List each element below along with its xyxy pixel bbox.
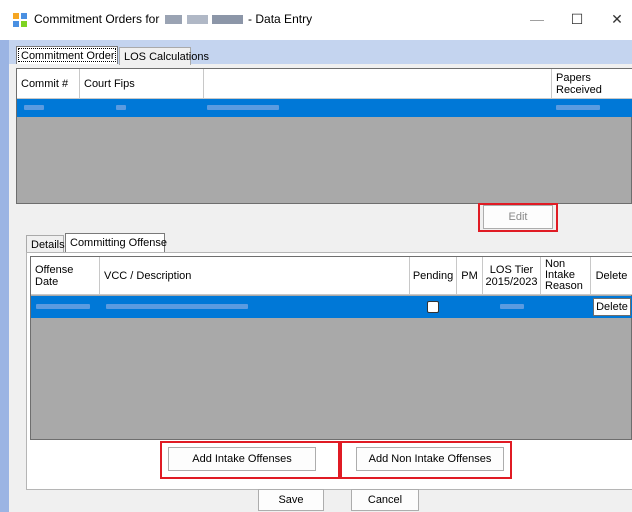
redacted-court-fips [116, 105, 126, 110]
tab-committing-offense[interactable]: Committing Offense [65, 233, 167, 253]
column-header-delete[interactable]: Delete [591, 257, 632, 295]
title-bar: Commitment Orders for - Data Entry — ☐ ✕ [0, 0, 632, 40]
column-header-court-fips[interactable]: Court Fips [80, 69, 204, 99]
save-button[interactable]: Save [258, 489, 324, 511]
table-row[interactable] [17, 99, 632, 117]
window-frame-left [0, 40, 9, 512]
redacted-papers-date [556, 105, 600, 110]
maximize-button[interactable]: ☐ [564, 8, 590, 30]
column-header-pm[interactable]: PM [457, 257, 483, 295]
tab-commitment-order[interactable]: Commitment Order [16, 46, 118, 64]
edit-button[interactable]: Edit [483, 205, 553, 229]
redacted-offense-date [36, 304, 90, 309]
column-header-papers-received[interactable]: Papers Received [552, 69, 632, 99]
column-header-blank[interactable] [204, 69, 552, 99]
add-non-intake-offenses-button[interactable]: Add Non Intake Offenses [356, 447, 504, 471]
app-icon [13, 13, 27, 27]
cancel-button[interactable]: Cancel [351, 489, 419, 511]
redacted-los-tier [500, 304, 524, 309]
column-header-vcc-description[interactable]: VCC / Description [100, 257, 410, 295]
minimize-button[interactable]: — [524, 8, 550, 30]
row-delete-button[interactable]: Delete [593, 298, 631, 316]
redacted-name [164, 15, 243, 25]
column-header-offense-date[interactable]: Offense Date [31, 257, 100, 295]
redacted-commit-number [24, 105, 44, 110]
pending-checkbox[interactable] [427, 301, 439, 313]
tab-los-calculations[interactable]: LOS Calculations [119, 47, 209, 65]
redacted-court-name [207, 105, 279, 110]
column-header-los-tier[interactable]: LOS Tier 2015/2023 [483, 257, 541, 295]
window-title: Commitment Orders for - Data Entry [34, 12, 312, 26]
window-title-prefix: Commitment Orders for [34, 12, 160, 26]
window-title-suffix: - Data Entry [248, 12, 313, 26]
column-header-non-intake-reason[interactable]: Non Intake Reason [541, 257, 591, 295]
column-header-pending[interactable]: Pending [410, 257, 457, 295]
tab-details[interactable]: Details [26, 235, 65, 253]
column-header-commit[interactable]: Commit # [17, 69, 80, 99]
add-intake-offenses-button[interactable]: Add Intake Offenses [168, 447, 316, 471]
close-button[interactable]: ✕ [604, 8, 630, 30]
redacted-vcc-description [106, 304, 248, 309]
